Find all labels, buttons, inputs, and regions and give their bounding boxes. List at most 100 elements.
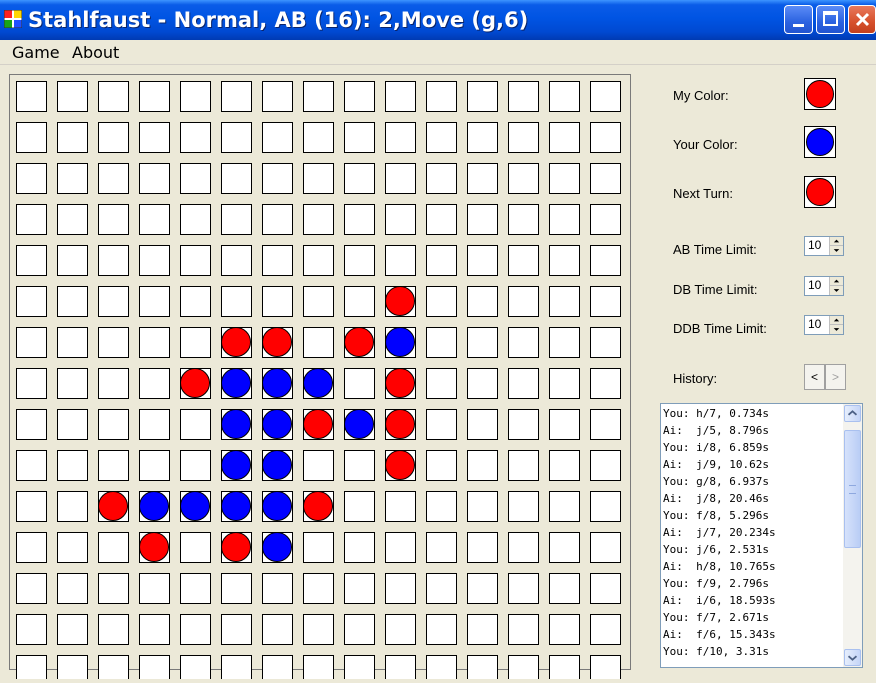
board-cell[interactable]: [467, 573, 498, 604]
board-cell[interactable]: [590, 245, 621, 276]
board-cell[interactable]: [549, 491, 580, 522]
board-cell[interactable]: [16, 204, 47, 235]
spin-up-icon[interactable]: [829, 277, 843, 286]
spin-down-icon[interactable]: [829, 246, 843, 255]
board-cell[interactable]: [426, 245, 457, 276]
board-cell[interactable]: [426, 614, 457, 645]
board-cell[interactable]: [57, 614, 88, 645]
board-cell[interactable]: [57, 286, 88, 317]
menu-about[interactable]: About: [72, 43, 119, 62]
board-cell[interactable]: [57, 450, 88, 481]
history-scrollbar[interactable]: [843, 404, 862, 667]
board-cell[interactable]: [467, 163, 498, 194]
board-cell[interactable]: [180, 614, 211, 645]
scroll-down-icon[interactable]: [844, 649, 861, 666]
board-cell[interactable]: [16, 122, 47, 153]
board-cell[interactable]: [303, 614, 334, 645]
board-cell[interactable]: [57, 122, 88, 153]
board-cell[interactable]: [590, 450, 621, 481]
board-cell[interactable]: [344, 573, 375, 604]
board-cell[interactable]: [139, 163, 170, 194]
board-cell[interactable]: [467, 122, 498, 153]
board-cell[interactable]: [16, 491, 47, 522]
board-cell[interactable]: [139, 122, 170, 153]
board-cell[interactable]: [139, 409, 170, 440]
board-cell[interactable]: [385, 614, 416, 645]
board-cell[interactable]: [344, 450, 375, 481]
board-cell[interactable]: [508, 573, 539, 604]
board-cell[interactable]: [180, 245, 211, 276]
board-cell[interactable]: [98, 614, 129, 645]
board-cell[interactable]: [262, 573, 293, 604]
board-cell[interactable]: [344, 81, 375, 112]
board-cell[interactable]: [426, 532, 457, 563]
board-cell[interactable]: [344, 245, 375, 276]
board-cell[interactable]: [549, 573, 580, 604]
board-cell[interactable]: [57, 409, 88, 440]
board-cell[interactable]: [590, 409, 621, 440]
board-cell[interactable]: [467, 532, 498, 563]
board-cell[interactable]: [98, 409, 129, 440]
board-cell[interactable]: [467, 286, 498, 317]
board-cell[interactable]: [98, 204, 129, 235]
board-cell[interactable]: [57, 368, 88, 399]
board-cell[interactable]: [303, 450, 334, 481]
board-cell[interactable]: [467, 368, 498, 399]
board-cell[interactable]: [549, 532, 580, 563]
board-cell[interactable]: [139, 286, 170, 317]
board-cell[interactable]: [590, 573, 621, 604]
board-cell[interactable]: [16, 163, 47, 194]
board-cell[interactable]: [262, 81, 293, 112]
board-cell[interactable]: [426, 163, 457, 194]
board-cell[interactable]: [303, 286, 334, 317]
board-cell[interactable]: [98, 163, 129, 194]
board-cell[interactable]: [262, 122, 293, 153]
board-cell[interactable]: [57, 204, 88, 235]
board-cell[interactable]: [221, 573, 252, 604]
board-cell[interactable]: [590, 614, 621, 645]
board-cell[interactable]: [590, 122, 621, 153]
history-list[interactable]: You: h/7, 0.734s Ai: j/5, 8.796s You: i/8,…: [660, 403, 863, 668]
board-cell[interactable]: [385, 81, 416, 112]
board-cell[interactable]: [180, 573, 211, 604]
board-cell[interactable]: [16, 573, 47, 604]
board-cell[interactable]: [16, 245, 47, 276]
board-cell[interactable]: [508, 450, 539, 481]
board-cell[interactable]: [467, 614, 498, 645]
board-cell[interactable]: [385, 245, 416, 276]
board-cell[interactable]: [98, 368, 129, 399]
board-cell[interactable]: [221, 245, 252, 276]
board-cell[interactable]: [57, 327, 88, 358]
board-cell[interactable]: [303, 573, 334, 604]
spin-down-icon[interactable]: [829, 286, 843, 295]
board-cell[interactable]: [385, 122, 416, 153]
board-cell[interactable]: [508, 491, 539, 522]
minimize-button[interactable]: [784, 5, 813, 34]
board-cell[interactable]: [57, 573, 88, 604]
board-cell[interactable]: [549, 327, 580, 358]
board-cell[interactable]: [180, 409, 211, 440]
board-cell[interactable]: [303, 163, 334, 194]
board-cell[interactable]: [508, 81, 539, 112]
board-cell[interactable]: [16, 614, 47, 645]
history-next-button[interactable]: >: [825, 364, 846, 390]
board-cell[interactable]: [508, 286, 539, 317]
board-cell[interactable]: [221, 286, 252, 317]
board-cell[interactable]: [139, 327, 170, 358]
board-cell[interactable]: [303, 532, 334, 563]
board-cell[interactable]: [549, 286, 580, 317]
board-cell[interactable]: [180, 532, 211, 563]
board-cell[interactable]: [180, 81, 211, 112]
board-cell[interactable]: [590, 163, 621, 194]
board-cell[interactable]: [344, 122, 375, 153]
board-cell[interactable]: [590, 532, 621, 563]
board-cell[interactable]: [426, 368, 457, 399]
board-cell[interactable]: [98, 450, 129, 481]
board-cell[interactable]: [98, 532, 129, 563]
board-cell[interactable]: [426, 573, 457, 604]
board-cell[interactable]: [344, 491, 375, 522]
board-cell[interactable]: [508, 163, 539, 194]
board-cell[interactable]: [508, 204, 539, 235]
board-cell[interactable]: [98, 122, 129, 153]
board-cell[interactable]: [426, 491, 457, 522]
